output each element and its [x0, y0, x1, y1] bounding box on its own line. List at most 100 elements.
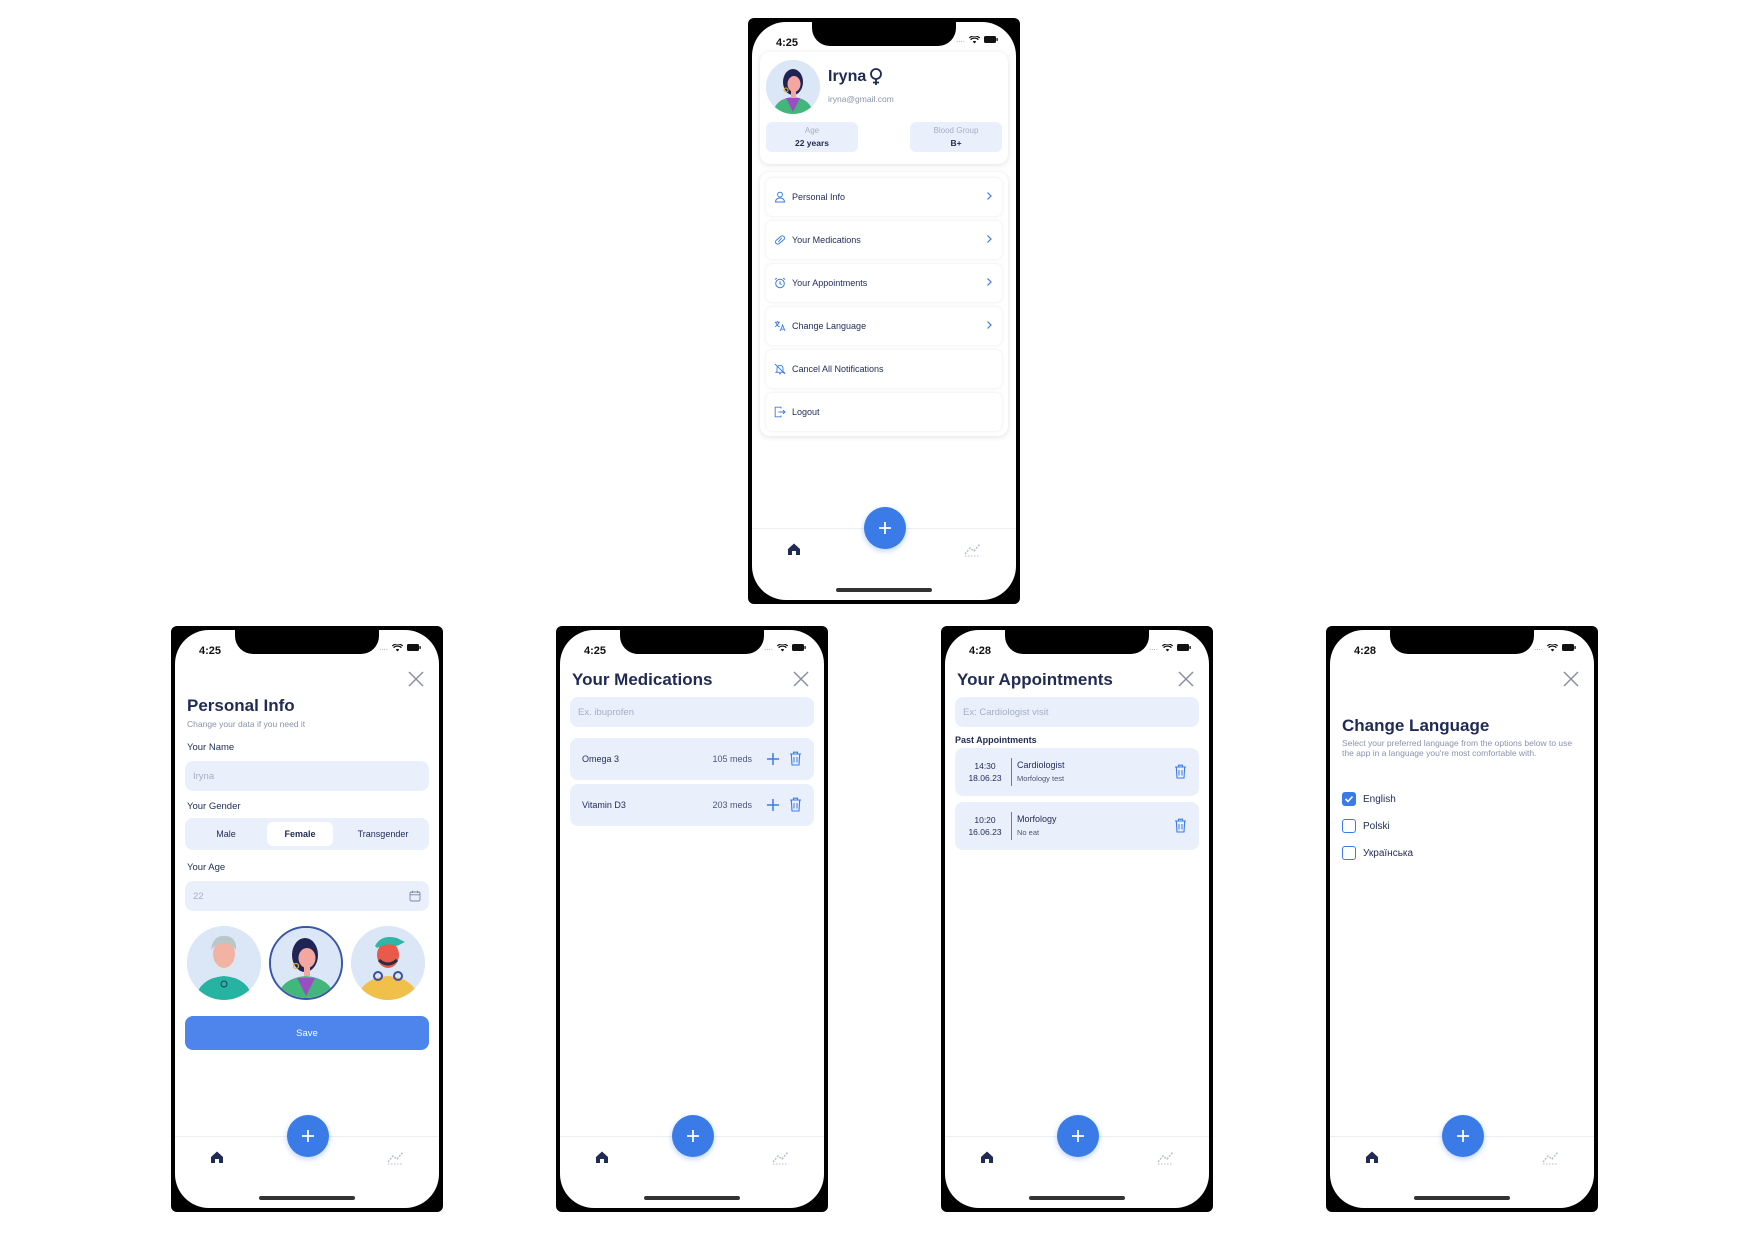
menu-item-personal-info[interactable]: Personal Info [766, 178, 1002, 216]
menu-item-label: Personal Info [792, 192, 846, 202]
page-description: Select your preferred language from the … [1342, 738, 1573, 758]
tab-bar [752, 507, 1016, 574]
home-indicator [1029, 1196, 1125, 1200]
add-button[interactable] [287, 1115, 329, 1157]
tab-home-icon[interactable] [979, 1149, 995, 1165]
tab-home-icon[interactable] [594, 1149, 610, 1165]
menu-item-label: Logout [792, 407, 820, 417]
chevron-right-icon [987, 278, 992, 286]
add-button[interactable] [1057, 1115, 1099, 1157]
menu-item-cancel-notifications[interactable]: Cancel All Notifications [766, 350, 1002, 388]
plus-icon [1072, 1130, 1084, 1142]
tab-bar [1330, 1115, 1594, 1182]
appointment-search-input[interactable]: Ex: Cardiologist visit [955, 697, 1199, 727]
gender-option-female[interactable]: Female [267, 822, 333, 846]
trash-icon[interactable] [1174, 764, 1187, 779]
tab-stats-icon[interactable] [1542, 1149, 1560, 1165]
avatar-option-elder[interactable] [187, 926, 261, 1000]
trash-icon[interactable] [1174, 818, 1187, 833]
home-indicator [836, 588, 932, 592]
name-input[interactable]: Iryna [185, 761, 429, 791]
language-option-polski[interactable]: Polski [1342, 819, 1390, 833]
tab-stats-icon[interactable] [964, 541, 982, 557]
add-button[interactable] [672, 1115, 714, 1157]
menu-item-medications[interactable]: Your Medications [766, 221, 1002, 259]
medication-name: Omega 3 [582, 754, 620, 764]
avatar-option-woman[interactable] [269, 926, 343, 1000]
menu-item-logout[interactable]: Logout [766, 393, 1002, 431]
tab-home-icon[interactable] [209, 1149, 225, 1165]
medication-count: 105 meds [712, 754, 752, 764]
tab-stats-icon[interactable] [387, 1149, 405, 1165]
wifi-icon [1547, 643, 1558, 651]
plus-icon [687, 1130, 699, 1142]
menu-item-label: Your Appointments [792, 278, 868, 288]
blood-group-stat: Blood Group B+ [910, 122, 1002, 152]
alarm-icon [774, 277, 786, 289]
age-stat: Age 22 years [766, 122, 858, 152]
language-option-english[interactable]: English [1342, 792, 1396, 806]
divider [1011, 812, 1012, 840]
battery-icon [792, 644, 806, 651]
calendar-icon[interactable] [409, 890, 421, 902]
gender-option-male[interactable]: Male [189, 822, 263, 846]
save-button[interactable]: Save [185, 1016, 429, 1050]
tab-stats-icon[interactable] [1157, 1149, 1175, 1165]
avatar-option-man[interactable] [351, 926, 425, 1000]
gender-option-transgender[interactable]: Transgender [337, 822, 429, 846]
signal-icon: .... [956, 35, 965, 44]
menu-card: Personal Info Your Medications Your Appo… [760, 172, 1008, 436]
appointment-title: Morfology [1017, 814, 1057, 824]
signal-icon: .... [1149, 643, 1158, 652]
plus-icon [302, 1130, 314, 1142]
pill-icon [775, 235, 785, 245]
profile-name: Iryna [828, 68, 884, 86]
age-stat-label: Age [804, 126, 820, 135]
notch [1390, 630, 1534, 654]
check-icon [1344, 795, 1354, 803]
tab-home-icon[interactable] [786, 541, 802, 557]
status-icons: .... [956, 35, 998, 44]
language-label: Українська [1363, 847, 1414, 859]
close-icon[interactable] [1177, 670, 1195, 688]
language-option-ukrainian[interactable]: Українська [1342, 846, 1413, 860]
menu-item-appointments[interactable]: Your Appointments [766, 264, 1002, 302]
avatar [766, 60, 820, 114]
medication-row[interactable]: Omega 3 105 meds [570, 738, 814, 780]
phone-personal-info: 4:25 .... Personal Info Change your data… [171, 626, 443, 1212]
notch [1005, 630, 1149, 654]
tab-home-icon[interactable] [1364, 1149, 1380, 1165]
add-dose-icon[interactable] [766, 752, 780, 766]
chevron-right-icon [987, 235, 992, 243]
plus-icon [879, 522, 891, 534]
menu-item-change-language[interactable]: Change Language [766, 307, 1002, 345]
medication-search-input[interactable]: Ex. ibuprofen [570, 697, 814, 727]
add-button[interactable] [864, 507, 906, 549]
appointment-date: 18.06.23 [968, 773, 1002, 783]
appointment-row[interactable]: 10:20 16.06.23 Morfology No eat [955, 802, 1199, 850]
add-dose-icon[interactable] [766, 798, 780, 812]
tab-stats-icon[interactable] [772, 1149, 790, 1165]
menu-item-label: Change Language [792, 321, 867, 331]
medication-row[interactable]: Vitamin D3 203 meds [570, 784, 814, 826]
checkbox[interactable] [1342, 846, 1356, 860]
close-icon[interactable] [792, 670, 810, 688]
gender-selector: Male Female Transgender [185, 818, 429, 850]
trash-icon[interactable] [789, 797, 802, 812]
close-icon[interactable] [1562, 670, 1580, 688]
status-time: 4:25 [776, 37, 799, 49]
close-icon[interactable] [407, 670, 425, 688]
appointment-time: 14:30 [974, 761, 996, 771]
checkbox[interactable] [1342, 792, 1356, 806]
age-input[interactable]: 22 [185, 881, 429, 911]
tab-bar [560, 1115, 824, 1182]
trash-icon[interactable] [789, 751, 802, 766]
notch [812, 22, 956, 46]
profile-email: iryna@gmail.com [828, 94, 894, 104]
add-button[interactable] [1442, 1115, 1484, 1157]
logout-icon [774, 406, 786, 418]
section-label: Past Appointments [955, 735, 1037, 745]
signal-icon: .... [764, 643, 773, 652]
checkbox[interactable] [1342, 819, 1356, 833]
appointment-row[interactable]: 14:30 18.06.23 Cardiologist Morfology te… [955, 748, 1199, 796]
